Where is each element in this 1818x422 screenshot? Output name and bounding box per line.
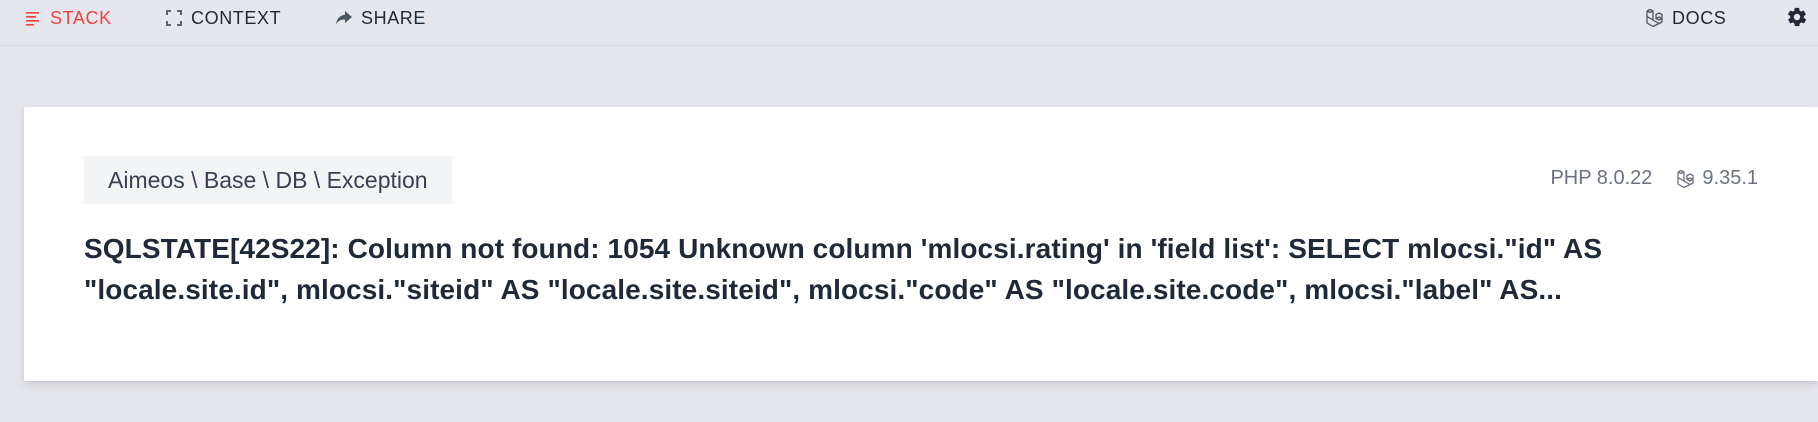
nav-docs-link[interactable]: DOCS bbox=[1646, 0, 1726, 36]
nav-share-tab[interactable]: SHARE bbox=[335, 0, 426, 36]
laravel-icon bbox=[1646, 8, 1664, 28]
laravel-version: 9.35.1 bbox=[1676, 167, 1758, 190]
laravel-version-label: 9.35.1 bbox=[1702, 167, 1758, 189]
settings-button[interactable] bbox=[1786, 6, 1808, 28]
nav-docs-label: DOCS bbox=[1672, 7, 1727, 28]
exception-card: Aimeos \ Base \ DB \ Exception PHP 8.0.2… bbox=[24, 107, 1818, 381]
version-info: PHP 8.0.22 9.35.1 bbox=[1550, 167, 1758, 190]
exception-message: SQLSTATE[42S22]: Column not found: 1054 … bbox=[84, 233, 1603, 305]
nav-share-label: SHARE bbox=[361, 7, 427, 28]
expand-icon bbox=[165, 9, 183, 27]
exception-class-badge: Aimeos \ Base \ DB \ Exception bbox=[84, 156, 452, 204]
nav-stack-tab[interactable]: STACK bbox=[24, 0, 112, 36]
nav-context-tab[interactable]: CONTEXT bbox=[165, 0, 281, 36]
top-navigation-bar: STACK CONTEXT SHARE DOCS bbox=[0, 0, 1818, 46]
php-version: PHP 8.0.22 bbox=[1550, 167, 1653, 189]
share-arrow-icon bbox=[335, 9, 353, 27]
gear-icon bbox=[1786, 7, 1808, 32]
list-icon bbox=[24, 9, 42, 27]
nav-context-label: CONTEXT bbox=[191, 7, 282, 28]
laravel-icon bbox=[1676, 169, 1696, 189]
nav-stack-label: STACK bbox=[50, 7, 112, 28]
